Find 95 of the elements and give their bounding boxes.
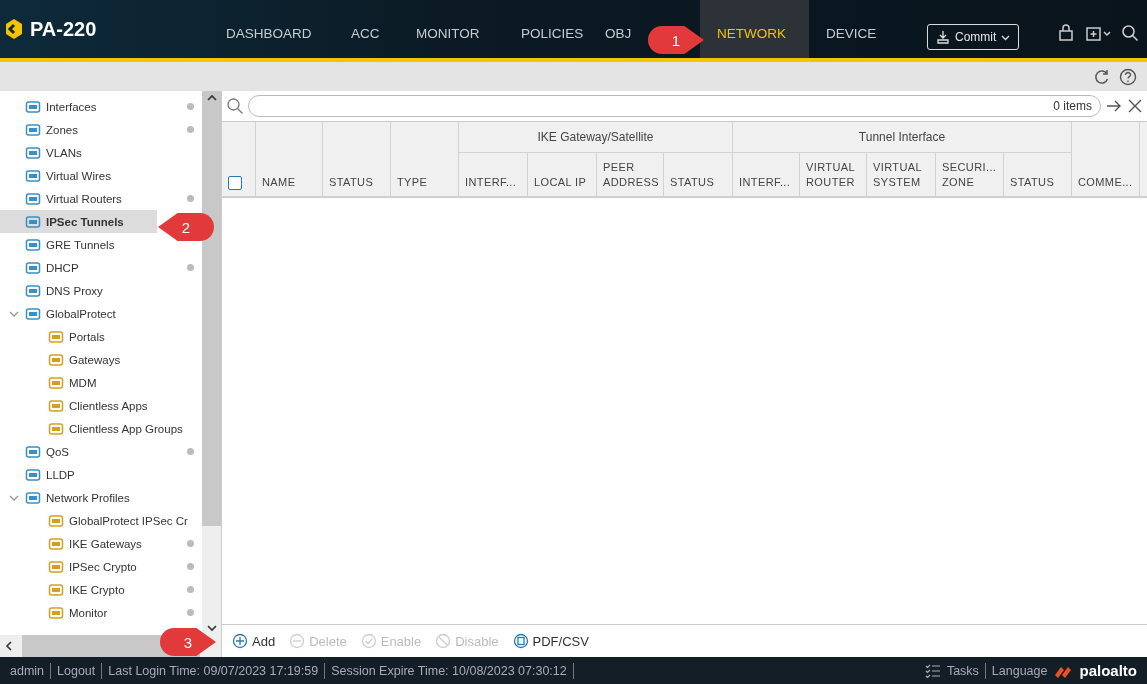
disable-icon — [435, 633, 452, 649]
brand-name: paloalto — [1079, 662, 1137, 679]
network-object-icon — [25, 98, 41, 115]
enable-icon — [360, 633, 377, 649]
download-icon — [936, 30, 950, 44]
network-object-icon — [48, 351, 64, 368]
network-object-icon — [48, 535, 64, 552]
network-object-icon — [48, 581, 64, 598]
delete-icon — [289, 633, 306, 649]
network-object-icon — [48, 374, 64, 391]
tree-item[interactable]: GlobalProtect — [0, 302, 202, 325]
select-all-checkbox[interactable] — [228, 176, 242, 190]
help-icon[interactable] — [1119, 67, 1137, 86]
nav-tab[interactable]: OBJ — [588, 0, 648, 58]
column-header[interactable]: STATUS — [664, 153, 733, 197]
device-name: PA-220 — [30, 17, 97, 41]
column-header[interactable]: INTERF... — [733, 153, 800, 197]
column-header[interactable]: STATUS — [323, 122, 391, 197]
tree-item[interactable]: Network Profiles — [0, 486, 202, 509]
logout-link[interactable]: Logout — [57, 663, 96, 678]
status-text: Last Login Time: 09/07/2023 17:19:59 — [108, 663, 319, 678]
tasks-link[interactable]: Tasks — [946, 663, 979, 678]
column-header[interactable]: VIRTUAL SYSTEM — [867, 153, 936, 197]
close-icon[interactable] — [1127, 98, 1143, 114]
tree-item[interactable]: VLANs — [0, 141, 202, 164]
tree-item[interactable]: LLDP — [0, 463, 202, 486]
network-object-icon — [25, 190, 41, 207]
tree-item[interactable]: QoS — [0, 440, 202, 463]
tree-item[interactable]: GlobalProtect IPSec Cr — [0, 509, 202, 532]
pdf-icon — [512, 633, 529, 649]
network-object-icon — [25, 489, 41, 506]
nav-tab[interactable]: DEVICE — [809, 0, 909, 58]
network-object-icon — [48, 420, 64, 437]
pdf-action-button[interactable]: PDF/CSV — [512, 633, 589, 649]
column-header[interactable]: COMME... — [1072, 122, 1140, 197]
column-header[interactable]: TYPE — [391, 122, 459, 197]
status-text: admin — [10, 663, 45, 678]
search-icon[interactable] — [1121, 24, 1139, 42]
add-action-button[interactable]: Add — [232, 633, 276, 649]
search-icon — [226, 97, 244, 115]
nav-tab[interactable]: NETWORK — [700, 0, 809, 58]
network-object-icon — [25, 466, 41, 483]
tree-item[interactable]: IPSec Tunnels — [0, 210, 157, 233]
tree-item[interactable]: IKE Gateways — [0, 532, 202, 555]
network-object-icon — [48, 397, 64, 414]
network-object-icon — [25, 144, 41, 161]
column-header[interactable]: VIRTUAL ROUTER — [800, 153, 867, 197]
tree-item[interactable]: IPSec Crypto — [0, 555, 202, 578]
scroll-left-icon[interactable] — [4, 640, 14, 652]
status-text: Session Expire Time: 10/08/2023 07:30:12 — [331, 663, 567, 678]
column-group-header: Tunnel Interface — [733, 122, 1072, 153]
commit-button[interactable]: Commit — [927, 24, 1020, 50]
language-link[interactable]: Language — [991, 663, 1048, 678]
network-object-icon — [25, 259, 41, 276]
network-object-icon — [25, 167, 41, 184]
nav-tab[interactable]: DASHBOARD — [209, 0, 334, 58]
network-object-icon — [25, 282, 41, 299]
tree-item[interactable]: Clientless App Groups — [0, 417, 202, 440]
tree-item[interactable]: DHCP — [0, 256, 202, 279]
nav-tab[interactable]: POLICIES — [504, 0, 588, 58]
column-header[interactable]: LOCAL IP — [528, 153, 597, 197]
tree-item[interactable]: Virtual Routers — [0, 187, 202, 210]
network-object-icon — [25, 443, 41, 460]
column-header[interactable]: PEER ADDRESS — [597, 153, 664, 197]
lock-icon[interactable] — [1057, 24, 1075, 42]
tree-item[interactable]: Interfaces — [0, 95, 202, 118]
column-header[interactable]: STATUS — [1004, 153, 1072, 197]
network-object-icon — [25, 236, 41, 253]
network-object-icon — [48, 512, 64, 529]
network-object-icon — [25, 305, 41, 322]
network-object-icon — [48, 558, 64, 575]
tree-item[interactable]: Virtual Wires — [0, 164, 202, 187]
add-icon — [232, 633, 248, 649]
nav-tab[interactable]: MONITOR — [399, 0, 504, 58]
network-object-icon — [48, 604, 64, 621]
column-header[interactable]: SECURI... ZONE — [936, 153, 1004, 197]
network-object-icon — [25, 213, 41, 230]
tree-item[interactable]: Zones — [0, 118, 202, 141]
column-header[interactable]: INTERF... — [459, 153, 528, 197]
task-list-icon[interactable] — [924, 663, 941, 678]
tree-item[interactable]: Monitor — [0, 601, 202, 624]
tree-item[interactable]: Portals — [0, 325, 202, 348]
hexagon-logo-icon — [4, 18, 24, 40]
nav-tab[interactable]: ACC — [334, 0, 399, 58]
tree-item[interactable]: DNS Proxy — [0, 279, 202, 302]
tree-item[interactable]: Clientless Apps — [0, 394, 202, 417]
annotation-callout: 2 — [158, 213, 214, 241]
column-group-header: IKE Gateway/Satellite — [459, 122, 733, 153]
tree-item[interactable]: IKE Crypto — [0, 578, 202, 601]
refresh-icon[interactable] — [1093, 67, 1111, 86]
network-object-icon — [25, 121, 41, 138]
column-header[interactable]: NAME — [256, 122, 323, 197]
tree-item[interactable]: Gateways — [0, 348, 202, 371]
network-object-icon — [48, 328, 64, 345]
tree-item[interactable]: MDM — [0, 371, 202, 394]
